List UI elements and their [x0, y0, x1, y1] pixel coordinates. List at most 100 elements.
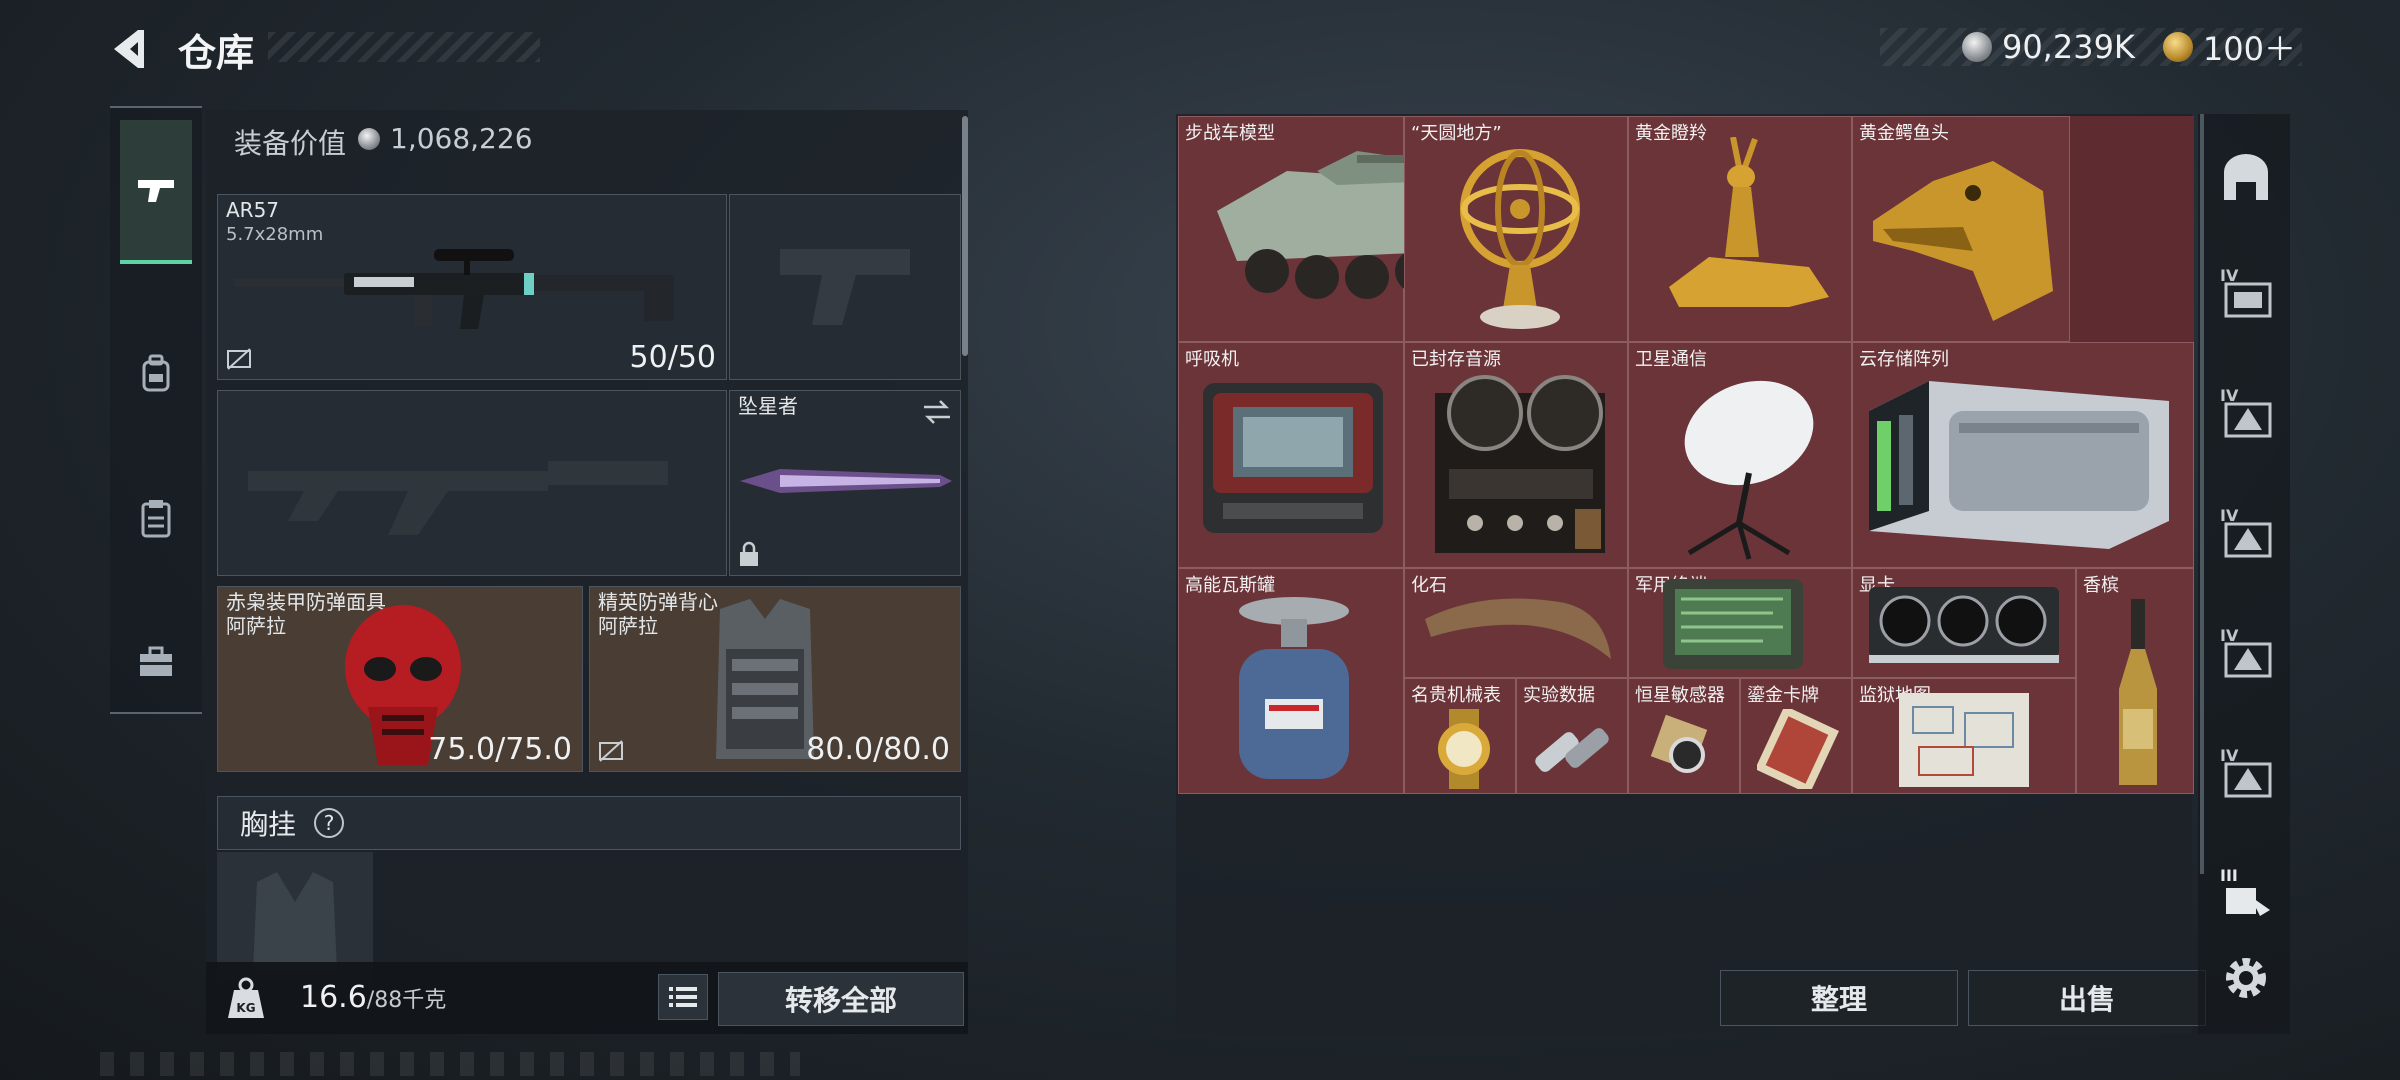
storage-grid: 步战车模型 “天圆地方” 黄金瞪羚 黄金鳄鱼头 呼吸机 已封存音源 卫星通信 云… — [1178, 116, 2194, 794]
item-sealed-audio-source[interactable]: 已封存音源 — [1404, 342, 1628, 568]
item-label: 云存储阵列 — [1859, 349, 1949, 370]
gold-coin-icon — [2162, 32, 2193, 62]
item-cloud-storage-array[interactable]: 云存储阵列 — [1852, 342, 2194, 568]
tab-backpack[interactable] — [120, 304, 192, 444]
sort-button[interactable]: 整理 — [1720, 970, 1958, 1026]
warehouse-icon[interactable] — [2220, 152, 2272, 204]
tab-weapons[interactable] — [120, 120, 192, 264]
ventilator-image — [1203, 383, 1383, 533]
item-star-sensor[interactable]: 恒星敏感器 — [1628, 678, 1740, 794]
item-ventilator[interactable]: 呼吸机 — [1178, 342, 1404, 568]
backpack-icon — [142, 354, 170, 392]
pistol-slot[interactable] — [729, 194, 961, 380]
item-golden-crocodile-head[interactable]: 黄金鳄鱼头 — [1852, 116, 2070, 342]
armillary-sphere-image — [1460, 149, 1580, 329]
sell-button[interactable]: 出售 — [1968, 970, 2206, 1026]
chest-rig-label: 胸挂 — [240, 808, 297, 841]
currency-display: 90,239K 100＋ — [1880, 28, 2302, 68]
star-sensor-image — [1650, 714, 1708, 773]
equipment-value-label: 装备价值 — [234, 127, 347, 160]
champagne-bottle-image — [2119, 599, 2157, 785]
item-label: 名贵机械表 — [1411, 685, 1501, 706]
armor-slot[interactable]: 精英防弹背心 阿萨拉 80.0/80.0 — [589, 586, 961, 772]
item-graphics-card[interactable]: 显卡 — [1852, 568, 2076, 678]
list-view-button[interactable] — [658, 974, 708, 1020]
item-luxury-watch[interactable]: 名贵机械表 — [1404, 678, 1516, 794]
armor-vest-image — [716, 599, 814, 759]
page-title: 仓库 — [178, 31, 255, 75]
item-golden-gazelle[interactable]: 黄金瞪羚 — [1628, 116, 1852, 342]
weight-max: /88千克 — [366, 988, 447, 1013]
item-gilded-card[interactable]: 鎏金卡牌 — [1740, 678, 1852, 794]
secondary-weapon-slot[interactable] — [217, 390, 727, 576]
satellite-dish-image — [1684, 380, 1814, 560]
pistol-silhouette-icon — [780, 249, 910, 325]
tab-clipboard[interactable] — [120, 448, 192, 588]
storage-array-image — [1869, 381, 2169, 549]
watch-image — [1438, 709, 1490, 789]
weight-bar: KG 16.6/88千克 转移全部 — [206, 962, 968, 1034]
tier-label: IV — [2220, 506, 2239, 525]
category-tabs — [110, 106, 202, 714]
storage-scrollbar[interactable] — [2200, 114, 2204, 874]
tab-toolbox[interactable] — [120, 592, 192, 732]
equipment-panel: 装备价值 1,068,226 AR57 5.7x28mm 50/50 坠星者 赤… — [206, 110, 968, 1034]
pistol-icon — [138, 180, 174, 202]
item-label: 实验数据 — [1523, 685, 1595, 706]
item-armillary-sphere[interactable]: “天圆地方” — [1404, 116, 1628, 342]
item-military-terminal[interactable]: 军用终端 — [1628, 568, 1852, 678]
item-label: 鎏金卡牌 — [1747, 685, 1819, 706]
gas-tank-image — [1239, 597, 1349, 779]
clipboard-icon — [141, 500, 171, 538]
melee-slot[interactable]: 坠星者 — [729, 390, 961, 576]
golden-crocodile-head-image — [1873, 161, 2053, 321]
swap-icon[interactable] — [922, 399, 952, 425]
tier-label: IV — [2220, 746, 2239, 765]
help-icon[interactable]: ? — [314, 808, 345, 838]
helmet-slot[interactable]: 赤枭装甲防弹面具 阿萨拉 75.0/75.0 — [217, 586, 583, 772]
storage-box-tier-6[interactable]: III — [2220, 866, 2276, 922]
storage-box-tier-1[interactable]: IV — [2220, 266, 2276, 322]
primary-weapon-slot[interactable]: AR57 5.7x28mm 50/50 — [217, 194, 727, 380]
weight-current: 16.6 — [300, 980, 367, 1015]
lock-icon — [740, 541, 758, 566]
golden-gazelle-image — [1669, 137, 1829, 307]
fossil-image — [1425, 598, 1611, 659]
item-prison-map[interactable]: 监狱地图 — [1852, 678, 2076, 794]
armor-durability: 80.0/80.0 — [806, 732, 950, 767]
item-champagne[interactable]: 香槟 — [2076, 568, 2194, 794]
blurred-watermark — [100, 1052, 800, 1076]
settings-gear-icon[interactable] — [2220, 952, 2272, 1004]
equipment-scrollbar[interactable] — [962, 116, 968, 356]
list-icon — [669, 987, 697, 1007]
weight-icon: KG — [228, 977, 264, 1018]
storage-rail: IV IV IV IV IV III — [2198, 114, 2290, 1034]
melee-name: 坠星者 — [738, 394, 798, 418]
tier-label: IV — [2220, 266, 2239, 285]
storage-box-tier-5[interactable]: IV — [2220, 746, 2276, 802]
tier-label: III — [2220, 866, 2238, 885]
helmet-durability: 75.0/75.0 — [428, 732, 572, 767]
item-fossil[interactable]: 化石 — [1404, 568, 1628, 678]
back-arrow-icon[interactable] — [108, 26, 154, 72]
rifle-image — [234, 249, 674, 329]
experiment-data-image — [1535, 728, 1609, 772]
chest-rig-header: 胸挂 ? — [217, 796, 961, 850]
item-satellite-comms[interactable]: 卫星通信 — [1628, 342, 1852, 568]
item-ifv-model[interactable]: 步战车模型 — [1178, 116, 1477, 342]
armor-name: 精英防弹背心 — [598, 590, 718, 614]
military-terminal-image — [1663, 579, 1803, 669]
rifle-silhouette-icon — [248, 461, 668, 535]
title-decoration — [268, 32, 540, 62]
item-high-energy-gas-tank[interactable]: 高能瓦斯罐 — [1178, 568, 1404, 794]
transfer-all-button[interactable]: 转移全部 — [718, 972, 964, 1026]
armor-origin: 阿萨拉 — [598, 614, 658, 638]
storage-box-tier-2[interactable]: IV — [2220, 386, 2276, 442]
prison-map-image — [1899, 693, 2029, 787]
item-label: 已封存音源 — [1411, 349, 1501, 370]
gold-currency-value[interactable]: 100＋ — [2203, 24, 2296, 70]
item-experiment-data[interactable]: 实验数据 — [1516, 678, 1628, 794]
silver-coin-icon — [358, 127, 380, 150]
storage-box-tier-4[interactable]: IV — [2220, 626, 2276, 682]
storage-box-tier-3[interactable]: IV — [2220, 506, 2276, 562]
